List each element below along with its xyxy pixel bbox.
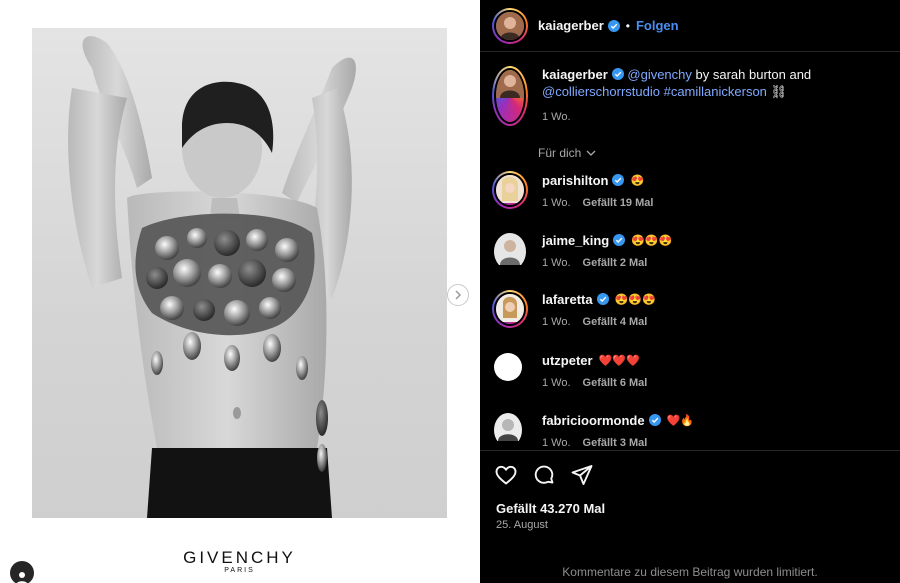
comment-avatar[interactable] bbox=[492, 290, 528, 328]
comment-avatar[interactable] bbox=[494, 413, 522, 447]
avatar-image bbox=[496, 294, 524, 322]
verified-badge-icon bbox=[611, 68, 624, 80]
hashtag-link[interactable]: #camillanickerson bbox=[664, 84, 767, 99]
avatar-image bbox=[496, 11, 524, 40]
avatar-image bbox=[494, 233, 526, 265]
post-media: GIVENCHY PARIS bbox=[0, 0, 480, 583]
caption-avatar[interactable] bbox=[492, 66, 528, 126]
model-photo-illustration bbox=[68, 36, 356, 518]
comment-button[interactable] bbox=[532, 463, 556, 487]
next-image-button[interactable] bbox=[447, 284, 469, 306]
comment-time[interactable]: 1 Wo. bbox=[542, 316, 571, 328]
comment-username[interactable]: fabricioormonde bbox=[542, 413, 645, 428]
verified-badge-icon bbox=[596, 293, 609, 305]
comment-username[interactable]: jaime_king bbox=[542, 233, 609, 248]
header-separator: • bbox=[625, 18, 630, 33]
chevron-down-icon bbox=[586, 150, 596, 156]
brand-logo-text: GIVENCHY bbox=[183, 548, 296, 567]
caption-emoji: ⛓ bbox=[770, 84, 788, 99]
comment-filter-dropdown[interactable]: Für dich bbox=[538, 146, 597, 160]
chevron-right-icon bbox=[455, 290, 462, 300]
comments-panel: kaiagerber • Folgen kaiagerber @givenchy… bbox=[480, 0, 900, 583]
comment-text: 😍 bbox=[630, 174, 645, 187]
like-button[interactable] bbox=[494, 463, 518, 487]
verified-badge-icon bbox=[607, 19, 620, 32]
comments-limited-notice: Kommentare zu diesem Beitrag wurden limi… bbox=[562, 565, 818, 579]
comment-username[interactable]: lafaretta bbox=[542, 292, 593, 307]
comment-text: ❤️🔥 bbox=[666, 414, 694, 427]
comment-username[interactable]: parishilton bbox=[542, 173, 608, 188]
comment-likes[interactable]: Gefällt 6 Mal bbox=[583, 377, 648, 389]
comment-likes[interactable]: Gefällt 3 Mal bbox=[583, 437, 648, 449]
post-date[interactable]: 25. August bbox=[496, 519, 548, 531]
heart-icon bbox=[495, 465, 517, 485]
avatar-image bbox=[494, 413, 522, 441]
comment-text: ❤️❤️❤️ bbox=[598, 354, 640, 367]
verified-badge-icon bbox=[612, 174, 625, 186]
verified-badge-icon bbox=[613, 234, 626, 246]
post-header: kaiagerber • Folgen bbox=[480, 0, 900, 52]
comment-icon bbox=[534, 465, 554, 484]
header-username[interactable]: kaiagerber bbox=[538, 18, 604, 33]
post-photo[interactable] bbox=[32, 28, 447, 518]
comment-avatar[interactable] bbox=[492, 171, 528, 209]
mention-link[interactable]: @collierschorrstudio bbox=[542, 84, 660, 99]
comment-item: jaime_king 😍😍😍 1 Wo. Gefällt 2 Mal bbox=[492, 231, 888, 272]
filter-label: Für dich bbox=[538, 146, 582, 160]
user-icon bbox=[16, 572, 28, 583]
caption-username[interactable]: kaiagerber bbox=[542, 67, 608, 82]
send-icon bbox=[571, 465, 593, 485]
comment-time[interactable]: 1 Wo. bbox=[542, 257, 571, 269]
comment-likes[interactable]: Gefällt 4 Mal bbox=[583, 316, 648, 328]
comment-avatar[interactable] bbox=[494, 233, 526, 270]
comment-item: lafaretta 😍😍😍 1 Wo. Gefällt 4 Mal bbox=[492, 290, 888, 328]
brand-city-text: PARIS bbox=[224, 567, 255, 574]
header-avatar[interactable] bbox=[492, 7, 528, 44]
comment-avatar[interactable] bbox=[494, 353, 522, 381]
post-actions: Gefällt 43.270 Mal 25. August Kommentare… bbox=[480, 450, 900, 583]
caption-text: by sarah burton and bbox=[691, 67, 812, 82]
comment-text: 😍😍😍 bbox=[614, 293, 656, 306]
tagged-users-button[interactable] bbox=[10, 561, 34, 583]
avatar-image bbox=[496, 175, 524, 203]
comment-username[interactable]: utzpeter bbox=[542, 353, 593, 368]
comment-time[interactable]: 1 Wo. bbox=[542, 197, 571, 209]
comment-text: 😍😍😍 bbox=[631, 234, 673, 247]
mention-link[interactable]: @givenchy bbox=[627, 67, 692, 82]
post-caption: kaiagerber @givenchy by sarah burton and… bbox=[492, 66, 888, 126]
verified-badge-icon bbox=[648, 414, 661, 426]
comment-item: utzpeter ❤️❤️❤️ 1 Wo. Gefällt 6 Mal bbox=[492, 351, 888, 389]
comment-item: parishilton 😍 1 Wo. Gefällt 19 Mal bbox=[492, 171, 888, 209]
share-button[interactable] bbox=[570, 463, 594, 487]
comment-item: fabricioormonde ❤️🔥 1 Wo. Gefällt 3 Mal bbox=[492, 411, 888, 449]
follow-button[interactable]: Folgen bbox=[636, 18, 679, 33]
comment-time[interactable]: 1 Wo. bbox=[542, 437, 571, 449]
comment-time[interactable]: 1 Wo. bbox=[542, 377, 571, 389]
post-likes-count[interactable]: Gefällt 43.270 Mal bbox=[496, 501, 605, 516]
avatar-image bbox=[496, 70, 524, 98]
caption-time[interactable]: 1 Wo. bbox=[542, 109, 852, 126]
comment-likes[interactable]: Gefällt 2 Mal bbox=[583, 257, 648, 269]
comment-likes[interactable]: Gefällt 19 Mal bbox=[583, 197, 654, 209]
